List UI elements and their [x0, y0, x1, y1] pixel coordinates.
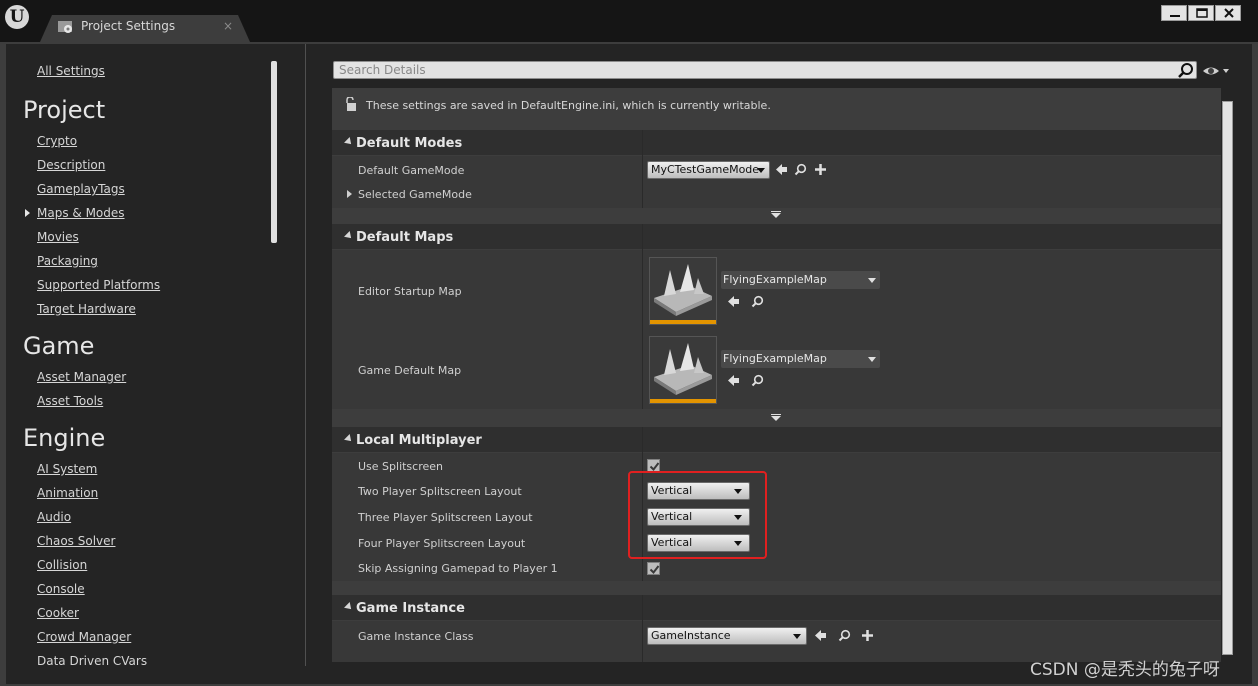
unreal-logo-icon: U: [5, 5, 29, 29]
chevron-down-icon: [868, 278, 876, 283]
window-controls: [1161, 5, 1243, 21]
map-asset-icon: [650, 337, 716, 399]
nav-item-movies[interactable]: Movies: [37, 230, 79, 244]
nav-clip: Data Driven CVars: [6, 654, 278, 666]
nav-item-console[interactable]: Console: [37, 582, 85, 596]
column-splitter[interactable]: [642, 595, 643, 662]
chevron-down-icon: [793, 634, 801, 639]
prop-label-selected-gamemode[interactable]: Selected GameMode: [358, 188, 472, 201]
search-icon[interactable]: [1177, 62, 1195, 80]
column-splitter[interactable]: [642, 130, 643, 208]
default-gamemode-dropdown[interactable]: MyCTestGameMode: [647, 161, 770, 179]
category-title: Game Instance: [356, 601, 465, 616]
nav-item-asset-manager[interactable]: Asset Manager: [37, 370, 126, 384]
selected-arrow-icon: [25, 209, 30, 217]
nav-item-chaos-solver[interactable]: Chaos Solver: [37, 534, 115, 548]
advanced-expander-icon[interactable]: [771, 213, 781, 218]
browse-search-icon[interactable]: [794, 163, 807, 176]
use-selected-arrow-icon[interactable]: [727, 295, 740, 308]
nav-item-description[interactable]: Description: [37, 158, 105, 172]
nav-item-maps-modes[interactable]: Maps & Modes: [37, 206, 125, 220]
expand-arrow-icon[interactable]: [347, 190, 352, 198]
nav-item-target-hardware[interactable]: Target Hardware: [37, 302, 136, 316]
nav-item-collision[interactable]: Collision: [37, 558, 87, 572]
eye-icon[interactable]: [1202, 64, 1230, 78]
nav-heading-engine: Engine: [23, 424, 106, 452]
advanced-expander-bar: [771, 414, 781, 415]
details-scrollbar[interactable]: [1222, 101, 1233, 655]
use-selected-arrow-icon[interactable]: [814, 629, 827, 642]
map-asset-icon: [650, 258, 716, 320]
prop-label-two-player-layout: Two Player Splitscreen Layout: [358, 485, 522, 498]
browse-search-icon[interactable]: [751, 295, 764, 308]
nav-scrollbar[interactable]: [271, 61, 277, 243]
nav-item-gameplaytags[interactable]: GameplayTags: [37, 182, 125, 196]
nav-item-crypto[interactable]: Crypto: [37, 134, 77, 148]
prop-label-four-player-layout: Four Player Splitscreen Layout: [358, 537, 526, 550]
search-input[interactable]: Search Details: [333, 61, 1197, 79]
nav-item-audio[interactable]: Audio: [37, 510, 71, 524]
nav-item-packaging[interactable]: Packaging: [37, 254, 98, 268]
category-title: Local Multiplayer: [356, 433, 482, 448]
column-splitter[interactable]: [642, 224, 643, 409]
nav-heading-project: Project: [23, 96, 106, 124]
nav-divider[interactable]: [305, 44, 306, 666]
prop-label-game-default-map: Game Default Map: [358, 364, 462, 377]
nav-item-animation[interactable]: Animation: [37, 486, 98, 500]
game-default-map-dropdown[interactable]: FlyingExampleMap: [721, 350, 880, 368]
nav-item-cooker[interactable]: Cooker: [37, 606, 79, 620]
category-default-maps[interactable]: [332, 224, 1221, 249]
nav-item-crowd-manager[interactable]: Crowd Manager: [37, 630, 131, 644]
thumbnail-accent-bar: [650, 320, 716, 324]
prop-label-game-instance-class: Game Instance Class: [358, 630, 474, 643]
prop-label-default-gamemode: Default GameMode: [358, 164, 465, 177]
unlock-icon: [346, 97, 356, 111]
prop-label-three-player-layout: Three Player Splitscreen Layout: [358, 511, 533, 524]
category-default-modes[interactable]: [332, 130, 1221, 155]
prop-label-editor-startup-map: Editor Startup Map: [358, 285, 462, 298]
use-selected-arrow-icon[interactable]: [727, 374, 740, 387]
nav-heading-game: Game: [23, 332, 95, 360]
tab-label: Project Settings: [81, 19, 176, 33]
editor-startup-map-dropdown[interactable]: FlyingExampleMap: [721, 271, 880, 289]
advanced-expander-bar: [771, 211, 781, 212]
use-selected-arrow-icon[interactable]: [775, 163, 788, 176]
nav-all-settings[interactable]: All Settings: [37, 64, 105, 78]
nav-item-data-driven-cvars[interactable]: Data Driven CVars: [37, 654, 147, 666]
map-thumbnail[interactable]: [649, 336, 717, 404]
prop-label-skip-gamepad: Skip Assigning Gamepad to Player 1: [358, 562, 558, 575]
highlight-box: [628, 471, 767, 559]
maximize-button[interactable]: [1188, 5, 1214, 21]
game-instance-class-dropdown[interactable]: GameInstance: [647, 627, 807, 645]
close-button[interactable]: [1215, 5, 1241, 21]
browse-search-icon[interactable]: [838, 629, 851, 642]
tab-close-icon[interactable]: ×: [223, 19, 233, 33]
minimize-button[interactable]: [1161, 5, 1187, 21]
nav-item-ai-system[interactable]: AI System: [37, 462, 97, 476]
nav-item-asset-tools[interactable]: Asset Tools: [37, 394, 103, 408]
chevron-down-icon: [868, 357, 876, 362]
settings-icon: [58, 21, 72, 33]
category-game-instance[interactable]: [332, 595, 1221, 620]
chevron-down-icon: [757, 168, 765, 173]
browse-search-icon[interactable]: [751, 374, 764, 387]
skip-gamepad-checkbox[interactable]: [647, 562, 660, 575]
prop-label-use-splitscreen: Use Splitscreen: [358, 460, 444, 473]
checkmark-icon: [649, 565, 660, 575]
map-thumbnail[interactable]: [649, 257, 717, 325]
category-title: Default Maps: [356, 230, 454, 245]
category-title: Default Modes: [356, 136, 463, 151]
thumbnail-accent-bar: [650, 399, 716, 403]
watermark: CSDN @是秃头的兔子呀: [1030, 660, 1220, 680]
add-icon[interactable]: [814, 163, 827, 176]
add-icon[interactable]: [861, 629, 874, 642]
advanced-expander-icon[interactable]: [771, 416, 781, 421]
nav-item-supported-platforms[interactable]: Supported Platforms: [37, 278, 160, 292]
notice-text: These settings are saved in DefaultEngin…: [366, 99, 771, 112]
